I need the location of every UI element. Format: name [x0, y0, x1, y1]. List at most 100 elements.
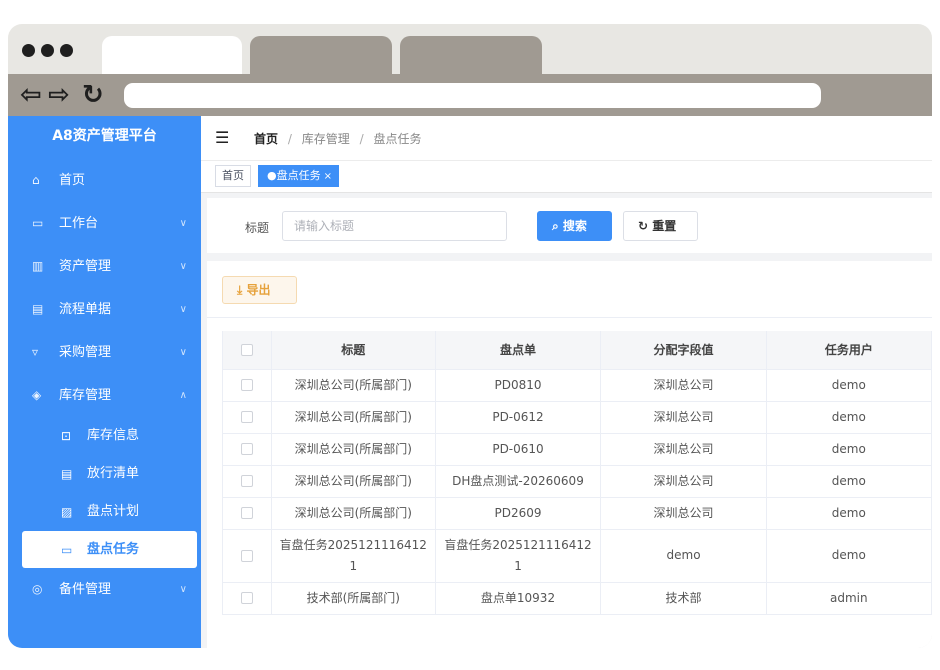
table-cell: 深圳总公司	[600, 496, 767, 530]
sidebar-item-assets[interactable]: ▥ 资产管理 ∨	[8, 245, 201, 288]
column-header: 标题	[271, 331, 436, 370]
search-button[interactable]: ⌕ 搜索	[537, 211, 612, 241]
sidebar-item-inventory[interactable]: ◈ 库存管理 ∧	[8, 374, 201, 417]
search-icon: ⌕	[552, 219, 559, 233]
download-icon: ⤓	[237, 283, 243, 297]
export-button-label: 导出	[246, 283, 271, 297]
tag-home[interactable]: 首页	[215, 165, 251, 187]
reset-button[interactable]: ↻ 重置	[623, 211, 698, 241]
browser-tab-active[interactable]	[102, 36, 242, 74]
maximize-window-dot[interactable]	[60, 44, 73, 57]
row-checkbox[interactable]	[241, 443, 253, 455]
tag-count-task[interactable]: ●盘点任务 ×	[258, 165, 339, 187]
chevron-down-icon: ∨	[179, 218, 187, 229]
chevron-down-icon: ∨	[179, 261, 187, 272]
table-row[interactable]: 深圳总公司(所属部门) PD2609 深圳总公司 demo	[221, 496, 932, 530]
inventory-icon: ⊡	[61, 429, 72, 443]
plan-icon: ▨	[61, 505, 73, 519]
table-cell: demo	[765, 368, 932, 402]
row-checkbox[interactable]	[241, 507, 253, 519]
sidebar-subitem-inventory-info[interactable]: ⊡ 库存信息	[8, 417, 201, 455]
table-row[interactable]: 深圳总公司(所属部门) PD-0612 深圳总公司 demo	[221, 400, 932, 434]
divider	[207, 317, 932, 318]
sidebar-item-workbench[interactable]: ▭ 工作台 ∨	[8, 202, 201, 245]
row-select-cell	[221, 432, 273, 466]
task-table: 标题 盘点单 分配字段值 任务用户 深圳总公司(所属部门) PD0810 深圳总…	[221, 331, 932, 615]
select-all-cell	[221, 331, 273, 370]
table-cell: 深圳总公司	[600, 368, 767, 402]
minimize-window-dot[interactable]	[41, 44, 54, 57]
sidebar-subitem-count-task[interactable]: ▭ 盘点任务	[22, 531, 197, 568]
breadcrumb-inventory: 库存管理	[301, 132, 350, 146]
table-row[interactable]: 深圳总公司(所属部门) DH盘点测试-20260609 深圳总公司 demo	[221, 464, 932, 498]
table-row[interactable]: 深圳总公司(所属部门) PD-0610 深圳总公司 demo	[221, 432, 932, 466]
row-select-cell	[221, 496, 273, 530]
task-icon: ▭	[61, 543, 73, 557]
sidebar-item-label: 工作台	[59, 216, 99, 231]
export-button[interactable]: ⤓ 导出	[222, 276, 297, 304]
row-select-cell	[221, 368, 273, 402]
table-cell: 深圳总公司(所属部门)	[271, 400, 436, 434]
table-row[interactable]: 技术部(所属部门) 盘点单10932 技术部 admin	[221, 581, 932, 615]
box-icon: ◎	[32, 582, 43, 596]
breadcrumb-home[interactable]: 首页	[254, 132, 278, 146]
top-header: ☰ 首页 / 库存管理 / 盘点任务	[201, 116, 932, 161]
table-cell: 深圳总公司	[600, 464, 767, 498]
table-cell: demo	[765, 464, 932, 498]
monitor-icon: ▭	[32, 216, 44, 230]
table-cell: PD0810	[434, 368, 602, 402]
breadcrumb-current: 盘点任务	[373, 132, 422, 146]
sidebar-item-label: 首页	[59, 173, 86, 188]
sidebar-item-label: 库存信息	[87, 428, 140, 443]
sidebar-item-label: 流程单据	[59, 302, 112, 317]
row-checkbox[interactable]	[241, 592, 253, 604]
browser-tab[interactable]	[250, 36, 392, 74]
browser-toolbar: ⇦ ⇨ ↻	[8, 74, 932, 116]
home-icon: ⌂	[32, 173, 40, 187]
sidebar-subitem-release-list[interactable]: ▤ 放行清单	[8, 455, 201, 493]
table-row[interactable]: 盲盘任务20251211164121 盲盘任务20251211164121 de…	[221, 528, 932, 583]
browser-window: ⇦ ⇨ ↻ A8资产管理平台 ⌂ 首页 ▭ 工作台 ∨ ▥ 资产管理 ∨ ▤ 流…	[8, 24, 932, 648]
table-cell: 深圳总公司(所属部门)	[271, 464, 436, 498]
sidebar-item-process-docs[interactable]: ▤ 流程单据 ∨	[8, 288, 201, 331]
select-all-checkbox[interactable]	[241, 344, 253, 357]
reload-icon[interactable]: ↻	[82, 80, 104, 110]
sidebar-item-home[interactable]: ⌂ 首页	[8, 159, 201, 202]
table-cell: DH盘点测试-20260609	[434, 464, 602, 498]
tag-label: ●盘点任务	[267, 169, 321, 182]
layers-icon: ◈	[32, 388, 42, 402]
back-arrow-icon[interactable]: ⇦	[20, 80, 42, 110]
sidebar-subitem-count-plan[interactable]: ▨ 盘点计划	[8, 493, 201, 531]
chevron-down-icon: ∨	[179, 347, 187, 358]
menu-toggle-icon[interactable]: ☰	[215, 128, 229, 147]
table-cell: 深圳总公司(所属部门)	[271, 496, 436, 530]
sidebar-item-purchase[interactable]: ▿ 采购管理 ∨	[8, 331, 201, 374]
forward-arrow-icon[interactable]: ⇨	[48, 80, 70, 110]
table-row[interactable]: 深圳总公司(所属部门) PD0810 深圳总公司 demo	[221, 368, 932, 402]
window-controls	[22, 44, 73, 57]
refresh-icon: ↻	[638, 219, 649, 233]
close-window-dot[interactable]	[22, 44, 35, 57]
row-checkbox[interactable]	[241, 475, 253, 487]
table-cell: demo	[765, 432, 932, 466]
table-cell: admin	[765, 581, 932, 615]
table-cell: 盲盘任务20251211164121	[434, 528, 602, 583]
row-checkbox[interactable]	[241, 549, 253, 562]
row-select-cell	[221, 400, 273, 434]
sidebar-item-label: 盘点计划	[87, 504, 140, 519]
building-icon: ▥	[32, 259, 44, 273]
sidebar-item-spare-parts[interactable]: ◎ 备件管理 ∨	[8, 568, 201, 611]
sidebar-item-label: 库存管理	[59, 388, 112, 403]
title-search-input[interactable]	[282, 211, 507, 241]
browser-tab[interactable]	[400, 36, 542, 74]
table-cell: 深圳总公司	[600, 400, 767, 434]
table-cell: demo	[600, 528, 767, 583]
sidebar-item-label: 放行清单	[87, 466, 140, 481]
close-icon[interactable]: ×	[324, 171, 332, 182]
table-cell: 技术部	[600, 581, 767, 615]
row-select-cell	[221, 464, 273, 498]
row-checkbox[interactable]	[241, 411, 253, 423]
address-bar[interactable]	[124, 83, 821, 108]
row-checkbox[interactable]	[241, 379, 253, 391]
sidebar-item-label: 采购管理	[59, 345, 112, 360]
